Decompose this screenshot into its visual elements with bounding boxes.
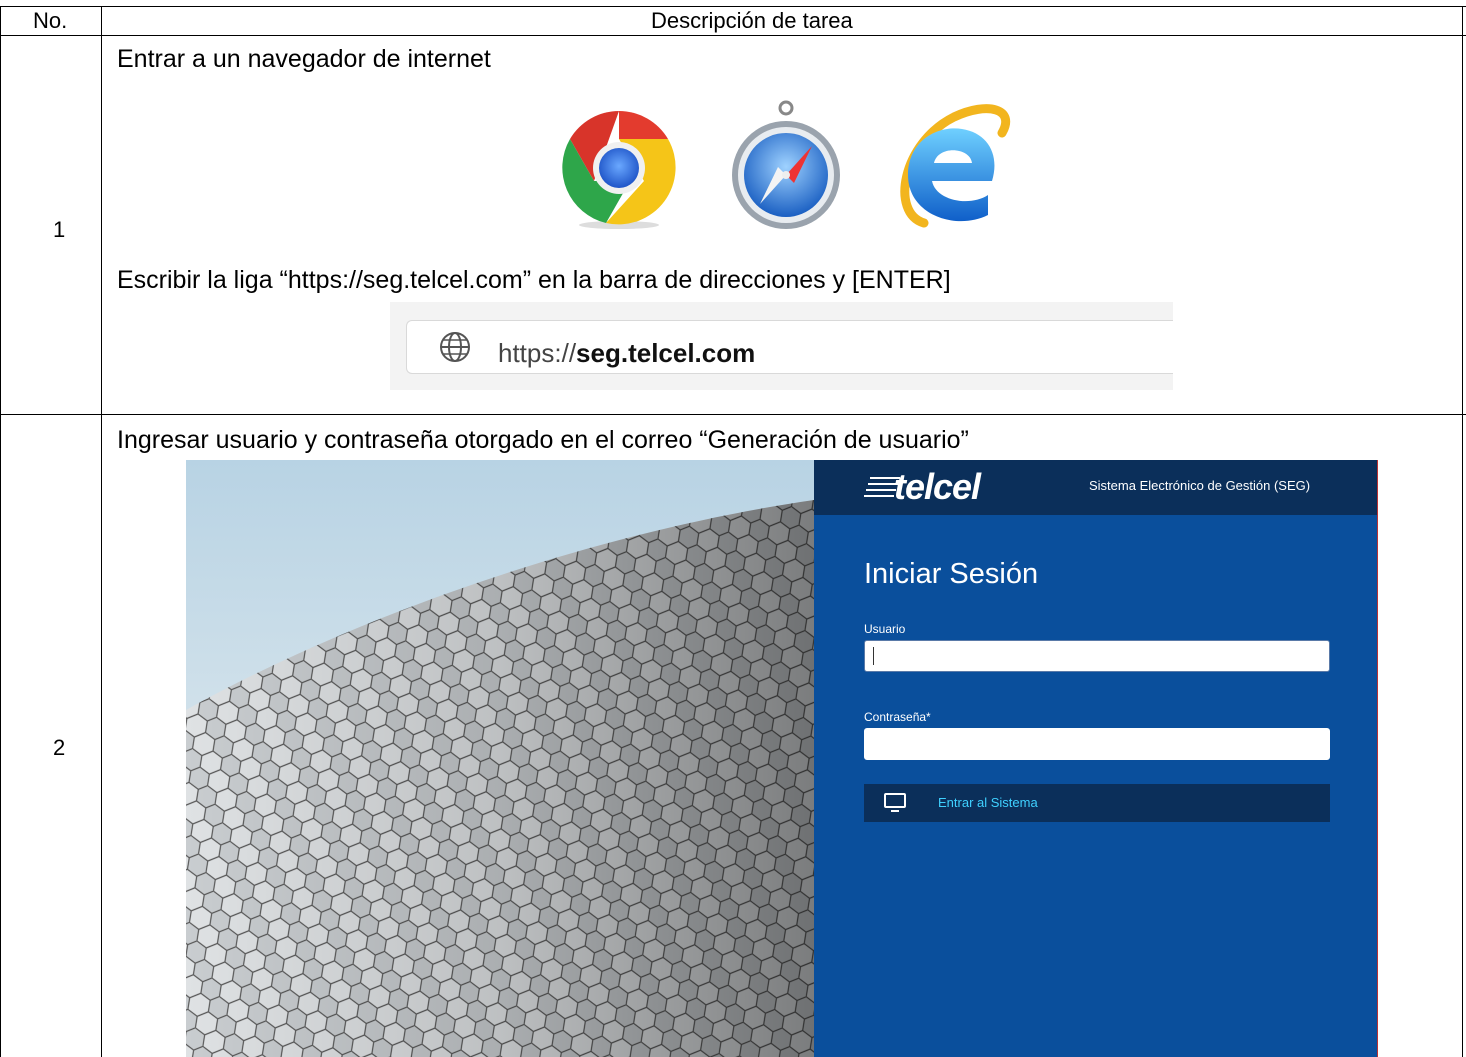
table-border-col-divider [101, 6, 102, 1057]
username-label: Usuario [864, 622, 906, 636]
table-border-left [0, 6, 1, 1057]
table-border-right [1462, 6, 1463, 1057]
step-open-browser: Entrar a un navegador de internet [117, 45, 491, 73]
building-photo [186, 460, 814, 1057]
row-number: 2 [53, 735, 66, 760]
address-bar-url: https://seg.telcel.com [498, 338, 755, 369]
table-border-header-bottom [0, 35, 1466, 36]
globe-icon [440, 332, 470, 362]
login-button[interactable]: Entrar al Sistema [864, 784, 1330, 822]
safari-icon [732, 100, 840, 229]
header-description: Descripción de tarea [651, 8, 853, 33]
screenshot-edge [1377, 460, 1378, 1057]
table-border-top [0, 6, 1466, 7]
url-domain: seg.telcel.com [576, 338, 756, 368]
login-panel: telcel Sistema Electrónico de Gestión (S… [814, 460, 1378, 1057]
monitor-icon [884, 793, 906, 812]
step-login: Ingresar usuario y contraseña otorgado e… [117, 426, 969, 454]
table-border-row1-bottom [0, 414, 1466, 415]
login-panel-header: telcel Sistema Electrónico de Gestión (S… [814, 460, 1378, 515]
telcel-logo: telcel [894, 466, 981, 507]
login-screenshot: telcel Sistema Electrónico de Gestión (S… [186, 460, 1378, 1057]
system-title: Sistema Electrónico de Gestión (SEG) [1089, 478, 1311, 493]
chrome-icon [562, 111, 676, 229]
header-no: No. [33, 8, 68, 33]
row-number: 1 [53, 217, 66, 242]
text-cursor [873, 647, 874, 665]
step-enter-url: Escribir la liga “https://seg.telcel.com… [117, 266, 951, 294]
username-input[interactable] [864, 640, 1330, 672]
url-prefix: https:// [498, 338, 577, 368]
address-bar-image: https://seg.telcel.com [390, 302, 1173, 390]
password-label: Contraseña* [864, 710, 931, 724]
internet-explorer-icon [900, 104, 1011, 228]
login-title: Iniciar Sesión [864, 558, 1039, 590]
password-input[interactable] [864, 728, 1330, 760]
login-button-label: Entrar al Sistema [938, 795, 1038, 810]
